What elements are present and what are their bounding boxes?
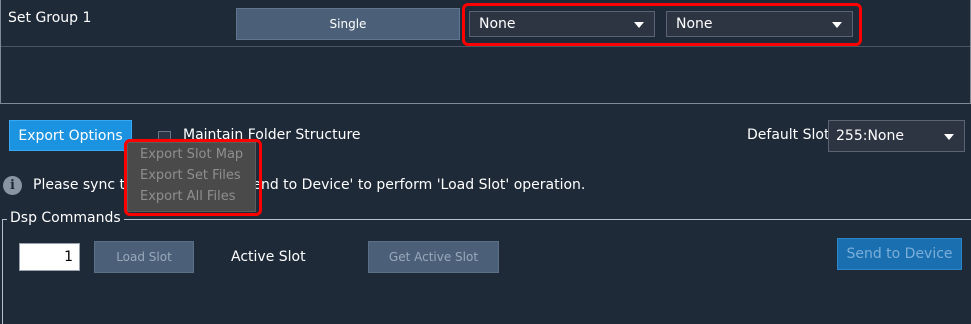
dsp-commands-title: Dsp Commands [7, 210, 124, 226]
default-slot-dropdown[interactable]: 255:None [828, 120, 965, 152]
menu-item-export-set-files[interactable]: Export Set Files [140, 168, 241, 183]
active-slot-label: Active Slot [231, 249, 306, 265]
dropdown-2[interactable]: None [666, 11, 853, 37]
dropdown-2-value: None [676, 16, 713, 32]
slot-number-input[interactable]: 1 [19, 243, 80, 271]
get-active-slot-button[interactable]: Get Active Slot [368, 241, 499, 273]
chevron-down-icon [832, 22, 842, 28]
menu-item-export-slot-map[interactable]: Export Slot Map [140, 147, 243, 162]
default-slot-value: 255:None [836, 128, 904, 144]
default-slot-label: Default Slot [747, 127, 830, 143]
load-slot-button[interactable]: Load Slot [94, 241, 194, 273]
send-to-device-button[interactable]: Send to Device [837, 238, 962, 270]
chevron-down-icon [634, 22, 644, 28]
dropdown-1[interactable]: None [469, 11, 655, 37]
export-options-menu: Export Slot Map Export Set Files Export … [127, 142, 256, 212]
export-options-button[interactable]: Export Options [9, 120, 132, 151]
single-mode-button[interactable]: Single [236, 8, 460, 40]
info-icon: i [3, 176, 22, 195]
set-group-panel: Set Group 1 Single None None [0, 0, 971, 104]
maintain-folder-structure-label: Maintain Folder Structure [183, 127, 361, 143]
dropdown-1-value: None [479, 16, 516, 32]
set-group-label: Set Group 1 [8, 10, 92, 26]
chevron-down-icon [944, 134, 954, 140]
set-group-row: Set Group 1 Single None None [1, 0, 970, 47]
sync-info-message: Please sync the device using 'Send to De… [33, 177, 586, 193]
menu-item-export-all-files[interactable]: Export All Files [140, 189, 235, 204]
